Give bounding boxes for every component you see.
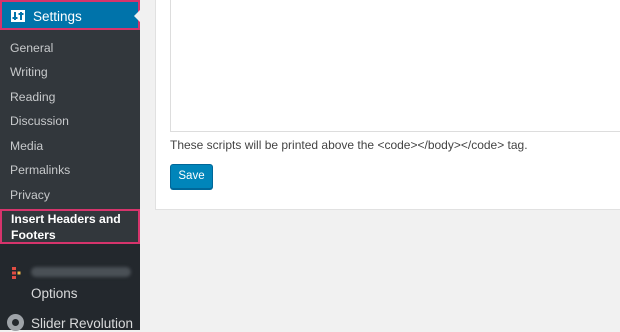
sidebar-item-slider-revolution[interactable]: Slider Revolution <box>31 315 133 332</box>
submenu-item-permalinks[interactable]: Permalinks <box>10 162 70 178</box>
settings-submenu: General Writing Reading Discussion Media… <box>0 30 140 244</box>
submenu-item-reading[interactable]: Reading <box>10 89 55 105</box>
submenu-item-writing[interactable]: Writing <box>10 64 48 80</box>
sidebar-item-options-label[interactable]: Options <box>31 285 78 302</box>
current-menu-arrow-icon <box>134 10 140 22</box>
settings-sliders-icon <box>11 10 25 22</box>
submenu-item-general[interactable]: General <box>10 40 53 56</box>
submenu-item-media[interactable]: Media <box>10 138 43 154</box>
blurred-menu-text <box>31 267 131 277</box>
save-button[interactable]: Save <box>170 164 213 189</box>
footer-scripts-textarea[interactable] <box>170 0 620 132</box>
submenu-item-discussion[interactable]: Discussion <box>10 113 69 129</box>
plugin-icon <box>12 267 21 279</box>
submenu-item-insert-headers-footers[interactable]: Insert Headers and Footers <box>0 209 140 244</box>
submenu-item-label-line2: Footers <box>11 228 56 242</box>
submenu-item-label-line1: Insert Headers and <box>11 212 121 226</box>
field-description: These scripts will be printed above the … <box>170 138 528 152</box>
admin-sidebar: Settings General Writing Reading Discuss… <box>0 0 140 332</box>
submenu-item-privacy[interactable]: Privacy <box>10 187 50 203</box>
slider-revolution-icon <box>7 314 24 331</box>
sidebar-item-label: Settings <box>33 9 82 24</box>
sidebar-item-settings[interactable]: Settings <box>0 0 140 30</box>
